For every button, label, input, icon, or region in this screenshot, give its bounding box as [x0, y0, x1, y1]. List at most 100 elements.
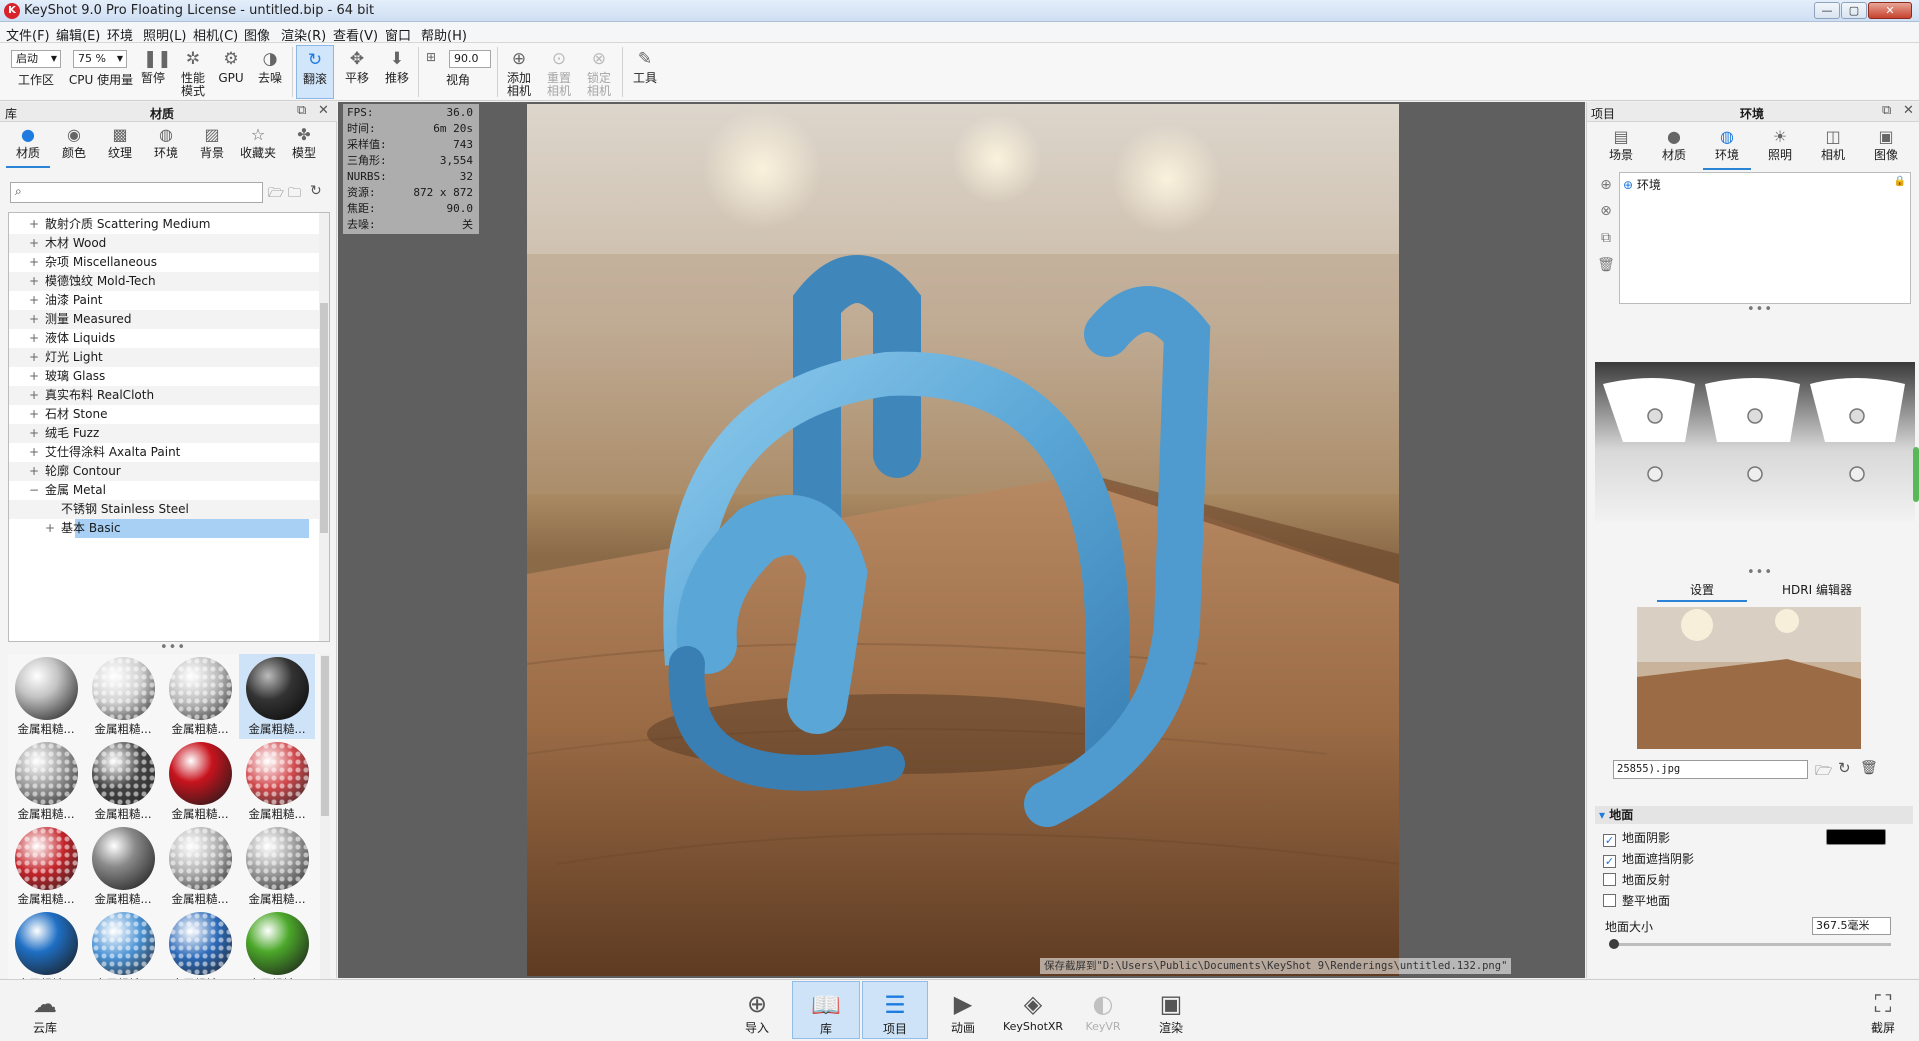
denoise-button[interactable]: ◑ 去噪 [253, 45, 287, 99]
gpu-button[interactable]: ⚙ GPU [216, 45, 246, 99]
material-tile[interactable]: 金属粗糙... [85, 824, 161, 909]
tree-item[interactable]: + 轮廓 Contour [9, 462, 319, 481]
ground-shadow-checkbox[interactable]: ✓ 地面阴影 [1603, 830, 1670, 848]
ground-reflection-checkbox[interactable]: 地面反射 [1603, 872, 1670, 890]
material-tile[interactable]: 金属粗糙... [239, 824, 315, 909]
project-button[interactable]: ☰ 项目 [862, 981, 928, 1039]
trash-icon[interactable]: 🗑 [1860, 760, 1878, 776]
cpu-usage-select[interactable]: 75 % ▼ [73, 50, 127, 68]
tab-scene[interactable]: ▤ 场景 [1597, 126, 1645, 170]
expand-icon[interactable]: + [29, 462, 41, 481]
menu-edit[interactable]: 编辑(E) [56, 25, 100, 44]
undock-icon[interactable]: ⧉ [297, 103, 306, 118]
pause-button[interactable]: ❚❚ 暂停 [138, 45, 172, 99]
tree-item[interactable]: + 玻璃 Glass [9, 367, 319, 386]
scrollbar-thumb[interactable] [321, 656, 329, 816]
tree-item[interactable]: + 油漆 Paint [9, 291, 319, 310]
environment-list-item[interactable]: ⊕ 环境 [1623, 176, 1661, 192]
tumble-button[interactable]: ↻ 翻滚 [296, 45, 334, 99]
tree-item[interactable]: + 灯光 Light [9, 348, 319, 367]
add-camera-button[interactable]: ⊕ 添加 相机 [502, 45, 536, 99]
material-tile[interactable]: 金属粗糙... [85, 654, 161, 739]
pan-button[interactable]: ✥ 平移 [340, 45, 374, 99]
tree-item[interactable]: 不锈钢 Stainless Steel [9, 500, 319, 519]
expand-icon[interactable]: + [29, 272, 41, 291]
lock-camera-button[interactable]: ⊗ 锁定 相机 [582, 45, 616, 99]
tree-item[interactable]: + 石材 Stone [9, 405, 319, 424]
open-folder-icon[interactable]: 🗁 [268, 184, 284, 206]
expand-icon[interactable]: + [29, 291, 41, 310]
material-tile[interactable]: 金属粗糙... [162, 654, 238, 739]
tab-material[interactable]: ● 材质 [1650, 126, 1698, 170]
undock-icon[interactable]: ⧉ [1882, 103, 1891, 118]
hdri-preview[interactable] [1595, 362, 1915, 522]
tab-background[interactable]: ▨ 背景 [190, 124, 234, 168]
expand-icon[interactable]: + [29, 348, 41, 367]
ground-size-slider[interactable] [1609, 939, 1891, 949]
tree-item[interactable]: + 真实布料 RealCloth [9, 386, 319, 405]
tab-material[interactable]: ● 材质 [6, 124, 50, 168]
screenshot-button[interactable]: ⛶ 截屏 [1860, 981, 1906, 1039]
workspace-select[interactable]: 启动 ▼ [11, 50, 61, 68]
maximize-button[interactable]: ▢ [1841, 2, 1867, 19]
menu-render[interactable]: 渲染(R) [281, 25, 326, 44]
tab-favorites[interactable]: ☆ 收藏夹 [236, 124, 280, 168]
reset-camera-button[interactable]: ⊙ 重置 相机 [542, 45, 576, 99]
hdri-filename-field[interactable]: 25855).jpg [1613, 760, 1808, 779]
tree-item[interactable]: − 金属 Metal [9, 481, 319, 500]
expand-icon[interactable]: + [29, 253, 41, 272]
slider-knob[interactable] [1609, 939, 1619, 949]
material-tile[interactable]: 金属粗糙... [162, 824, 238, 909]
material-tile[interactable]: 金属粗糙... [162, 739, 238, 824]
ground-size-input[interactable]: 367.5毫米 [1812, 917, 1891, 935]
expand-icon[interactable]: + [29, 234, 41, 253]
tab-environment[interactable]: ◍ 环境 [1703, 126, 1751, 170]
render-button[interactable]: ▣ 渲染 [1146, 981, 1196, 1039]
tab-lighting[interactable]: ☀ 照明 [1756, 126, 1804, 170]
tab-camera[interactable]: ◫ 相机 [1809, 126, 1857, 170]
import-button[interactable]: ⊕ 导入 [734, 981, 780, 1039]
scrollbar-thumb[interactable] [320, 303, 328, 533]
tree-item[interactable]: + 杂项 Miscellaneous [9, 253, 319, 272]
open-folder-icon[interactable]: 🗁 [1815, 760, 1832, 784]
hdri-scrollbar[interactable] [1913, 447, 1919, 502]
resize-handle-icon[interactable]: ••• [160, 640, 186, 655]
shadow-color-swatch[interactable] [1826, 829, 1886, 845]
tree-item[interactable]: + 模德蚀纹 Mold-Tech [9, 272, 319, 291]
menu-lighting[interactable]: 照明(L) [143, 25, 186, 44]
tree-item[interactable]: + 艾仕得涂料 Axalta Paint [9, 443, 319, 462]
resize-handle-icon[interactable]: ••• [1747, 565, 1773, 580]
tab-image[interactable]: ▣ 图像 [1862, 126, 1910, 170]
tab-color[interactable]: ◉ 颜色 [52, 124, 96, 168]
lock-icon[interactable]: 🔒 [1894, 176, 1906, 187]
animation-button[interactable]: ▶ 动画 [938, 981, 988, 1039]
refresh-icon[interactable]: ↻ [310, 183, 322, 199]
material-tile[interactable]: 金属粗糙... [8, 739, 84, 824]
expand-icon[interactable]: + [29, 386, 41, 405]
copy-environment-icon[interactable]: ⧉ [1597, 230, 1615, 248]
keyvr-button[interactable]: ◐ KeyVR [1078, 981, 1128, 1039]
tab-texture[interactable]: ▩ 纹理 [98, 124, 142, 168]
collapse-icon[interactable]: − [29, 481, 41, 500]
library-button[interactable]: 📖 库 [792, 981, 860, 1039]
refresh-icon[interactable]: ↻ [1838, 759, 1851, 777]
cloud-library-button[interactable]: ☁ 云库 [22, 981, 68, 1039]
add-environment-icon[interactable]: ⊕ [1597, 177, 1615, 195]
minimize-button[interactable]: — [1814, 2, 1840, 19]
expand-icon[interactable]: + [29, 367, 41, 386]
tools-button[interactable]: ✎ 工具 [628, 45, 662, 99]
material-tile[interactable]: 金属粗糙... [85, 739, 161, 824]
expand-icon[interactable]: + [29, 215, 41, 234]
expand-icon[interactable]: + [29, 443, 41, 462]
dolly-button[interactable]: ⬇ 推移 [380, 45, 414, 99]
tree-item[interactable]: + 绒毛 Fuzz [9, 424, 319, 443]
fov-input[interactable]: 90.0 [449, 50, 491, 68]
folder-sync-icon[interactable]: 🗀 [288, 184, 301, 206]
expand-icon[interactable]: + [29, 329, 41, 348]
flatten-ground-checkbox[interactable]: 整平地面 [1603, 893, 1670, 911]
menu-view[interactable]: 查看(V) [333, 25, 378, 44]
tree-scrollbar[interactable] [319, 213, 329, 641]
render-image[interactable] [527, 104, 1399, 976]
library-search-input[interactable]: ⌕ [10, 182, 263, 203]
material-tile[interactable]: 金属粗糙... [239, 654, 315, 739]
